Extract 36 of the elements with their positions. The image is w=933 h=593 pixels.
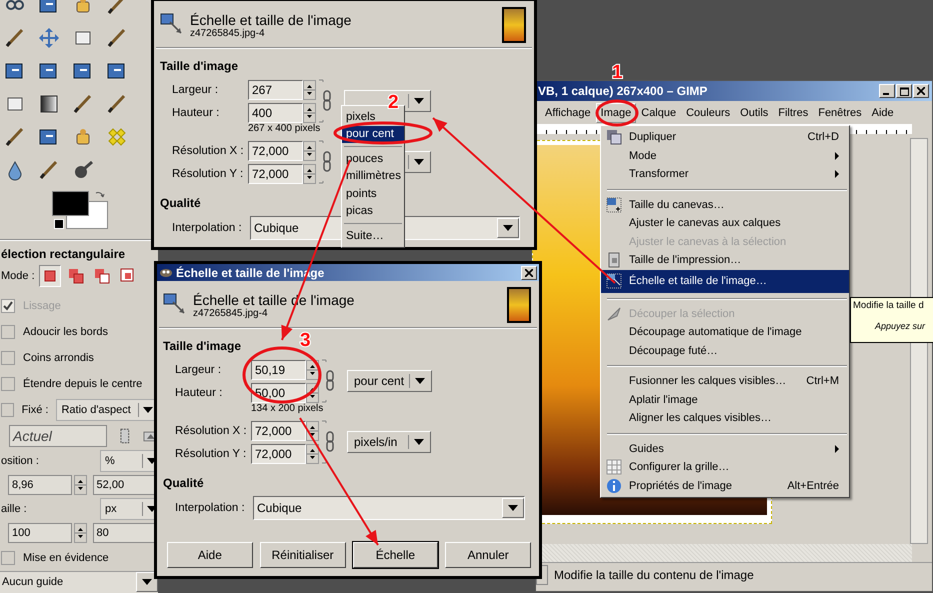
field-label: Hauteur : — [172, 106, 220, 118]
mode-label: Mode : — [1, 270, 35, 282]
field-label: Résolution X : — [175, 424, 248, 436]
status-text: Modifie la taille du contenu de l'image — [554, 568, 754, 582]
step-number: 1 — [612, 62, 623, 83]
checkbox-label: Mise en évidence — [23, 552, 109, 564]
field-label: aille : — [1, 503, 27, 516]
window-title: VB, 1 calque) 267x400 – GIMP — [538, 84, 708, 98]
checkbox-label: Lissage — [23, 300, 61, 312]
field-label: Hauteur : — [175, 386, 224, 398]
step-number: 3 — [300, 330, 311, 351]
field-label: Résolution X : — [172, 144, 245, 156]
field-label: osition : — [1, 455, 39, 468]
size-note: 267 x 400 pixels — [248, 123, 320, 134]
section-title: Qualité — [160, 196, 201, 210]
section-title: Taille d'image — [160, 59, 238, 73]
section-title: Qualité — [163, 476, 204, 490]
checkbox-label: Coins arrondis — [23, 352, 94, 364]
file-name: z47265845.jpg-4 — [193, 308, 269, 318]
field-label: Interpolation : — [175, 502, 246, 514]
tooltip-text: Modifie la taille d — [853, 300, 924, 311]
dialog-heading: Échelle et taille de l'image — [190, 12, 352, 28]
size-note: 134 x 200 pixels — [251, 403, 324, 414]
field-label: Interpolation : — [172, 222, 243, 234]
field-label: Largeur : — [175, 364, 222, 376]
tool-options-title: élection rectangulaire — [0, 247, 126, 262]
field-label: Largeur : — [172, 84, 220, 96]
section-title: Taille d'image — [163, 339, 241, 353]
tooltip-hint: Appuyez sur — [875, 321, 926, 331]
checkbox-label: Étendre depuis le centre — [23, 378, 142, 390]
field-label: Résolution Y : — [175, 448, 248, 460]
file-name: z47265845.jpg-4 — [190, 28, 266, 38]
field-label: Résolution Y : — [172, 168, 244, 180]
checkbox-label: Fixé : — [22, 404, 48, 416]
step-number: 2 — [388, 92, 399, 113]
checkbox-label: Adoucir les bords — [23, 326, 108, 338]
